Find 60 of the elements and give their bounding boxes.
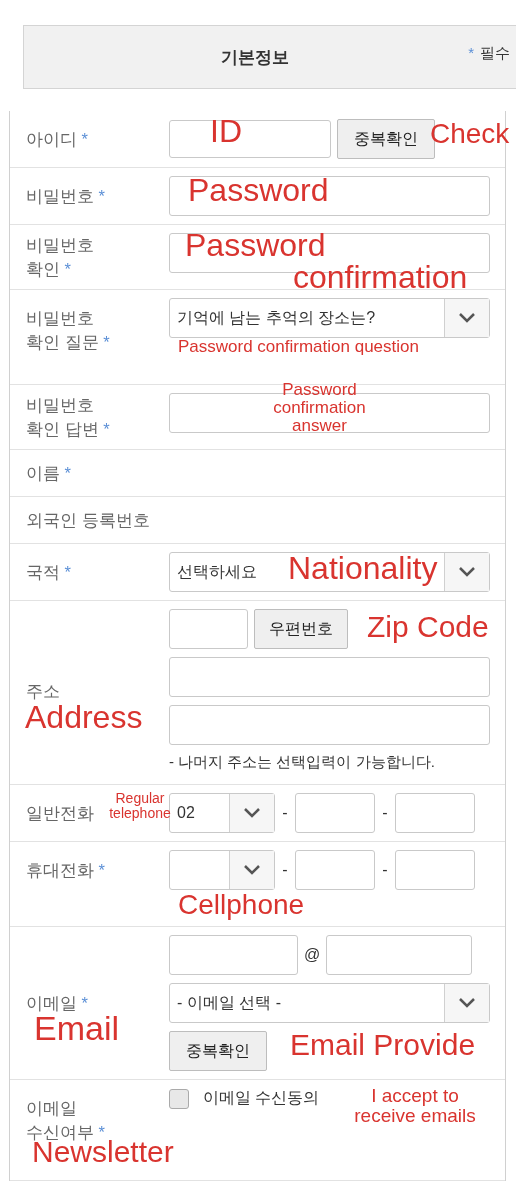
annotation-text: Password [185, 229, 326, 263]
annotation-text: Nationality [288, 552, 438, 586]
annotation-text: Password confirmation answer [272, 381, 367, 435]
chevron-down-icon [229, 851, 274, 889]
zip-code-button[interactable]: 우편번호 [254, 609, 348, 649]
text-input[interactable] [169, 393, 490, 433]
field-label: 비밀번호 * [26, 186, 105, 207]
chevron-down-icon [444, 299, 489, 337]
phone-input[interactable] [295, 850, 375, 890]
annotation-text: Cellphone [178, 890, 305, 920]
phone-input[interactable] [395, 793, 475, 833]
address-hint: - 나머지 주소는 선택입력이 가능합니다. [169, 753, 436, 772]
field-label: 비밀번호 확인 * [26, 235, 94, 280]
id-input[interactable] [169, 120, 331, 158]
annotation-text: I accept to receive emails [353, 1086, 477, 1126]
phone-input[interactable] [395, 850, 475, 890]
annotation-text: Password [188, 174, 329, 208]
address-input[interactable] [169, 657, 490, 697]
field-label: 이메일 수신여부 * [26, 1098, 105, 1141]
checkbox[interactable] [169, 1088, 189, 1109]
chevron-down-icon [229, 794, 274, 832]
address-detail-input[interactable] [169, 705, 490, 745]
chevron-down-icon [444, 553, 489, 591]
dash-separator: - [381, 804, 389, 822]
field-label: 일반전화 [26, 803, 94, 824]
phone-input[interactable] [295, 793, 375, 833]
dash-separator: - [281, 804, 289, 822]
at-sign: @ [304, 946, 320, 964]
select-field[interactable] [169, 850, 275, 890]
select-field[interactable]: - 이메일 선택 - [169, 983, 490, 1023]
dash-separator: - [281, 861, 289, 879]
email-user-input[interactable] [169, 935, 298, 975]
annotation-text: Email Provide [290, 1029, 476, 1061]
checkbox-label: 이메일 수신동의 [203, 1088, 320, 1108]
section-title: 기본정보 [221, 46, 290, 69]
field-label: 국적 * [26, 562, 71, 583]
annotation-text: Password confirmation question [178, 338, 419, 356]
annotation-text: ID [210, 115, 242, 149]
field-label: 주소 [26, 680, 60, 702]
field-label: 아이디 * [26, 129, 88, 150]
text-input[interactable] [169, 176, 490, 216]
email-domain-input[interactable] [326, 935, 472, 975]
annotation-text: confirmation [293, 261, 468, 295]
required-legend: * 필수 [468, 44, 510, 63]
annotation-text: Email [34, 1011, 120, 1047]
annotation-text: Zip Code [367, 611, 489, 643]
zip-input[interactable] [169, 609, 248, 649]
field-label: 이름 * [26, 463, 71, 484]
field-label: 휴대전화 * [26, 860, 105, 881]
field-label: 비밀번호 확인 답변 * [26, 395, 110, 440]
annotation-text: Regular telephone [108, 791, 172, 821]
field-label: 외국인 등록번호 [26, 510, 150, 531]
dash-separator: - [381, 861, 389, 879]
annotation-text: Address [25, 701, 143, 735]
field-label: 비밀번호 확인 질문 * [26, 308, 110, 353]
duplicate-check-button[interactable]: 중복확인 [169, 1031, 267, 1071]
field-label: 이메일 * [26, 993, 88, 1014]
select-field[interactable]: 기억에 남는 추억의 장소는? [169, 298, 490, 338]
select-field[interactable]: 02 [169, 793, 275, 833]
chevron-down-icon [444, 984, 489, 1022]
